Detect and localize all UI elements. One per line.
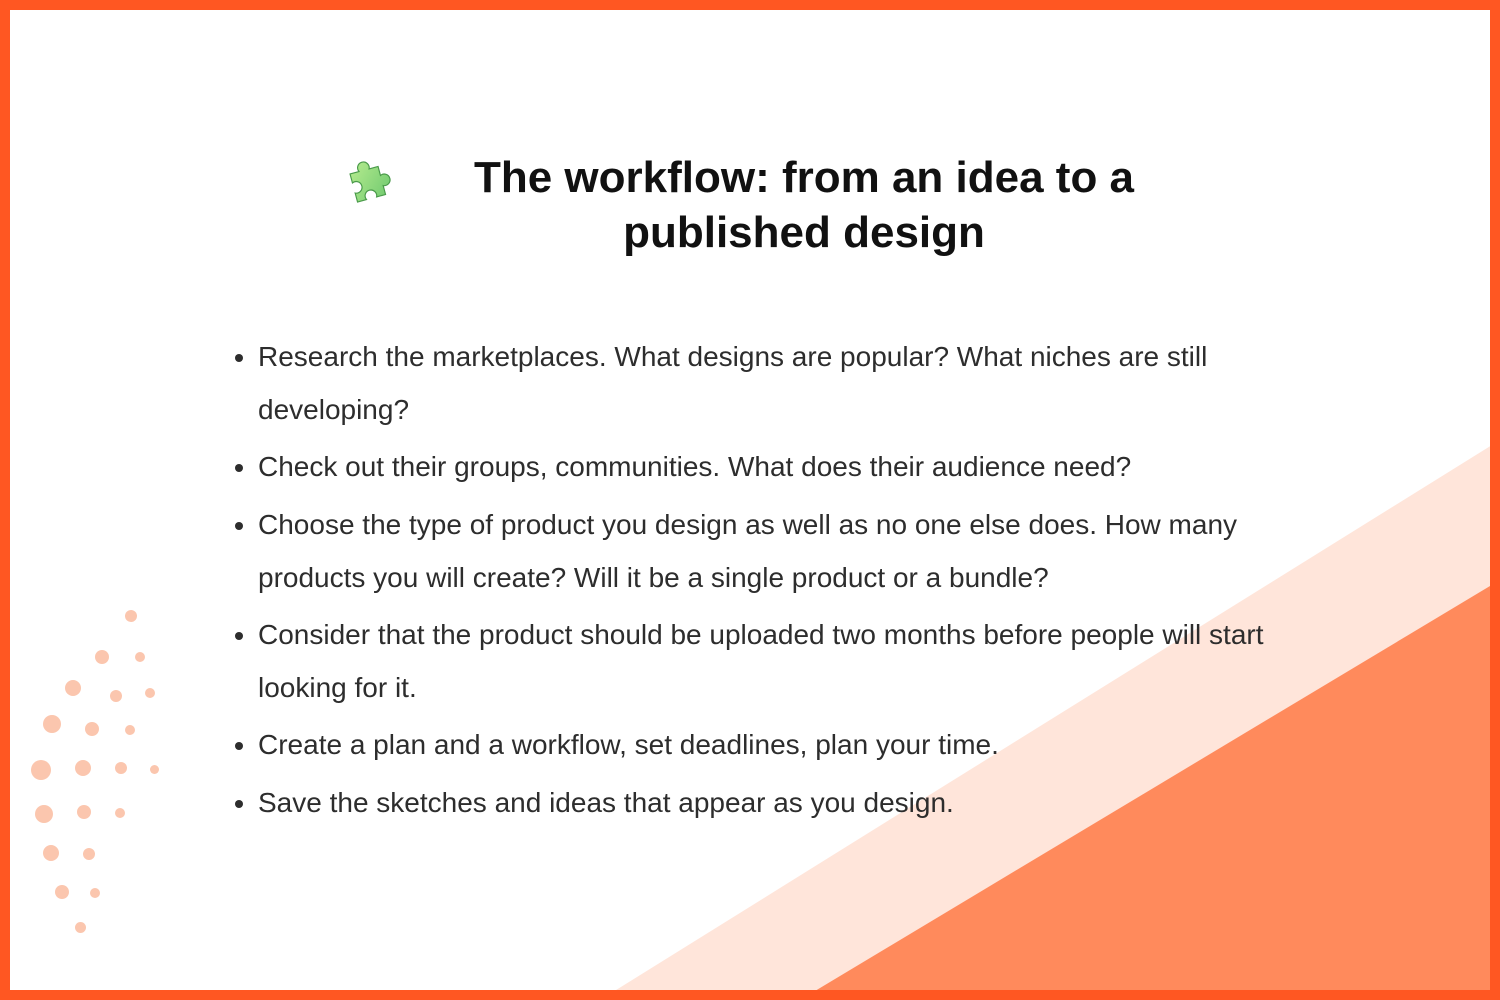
workflow-list: Research the marketplaces. What designs … bbox=[210, 330, 1310, 829]
list-item: Check out their groups, communities. Wha… bbox=[258, 440, 1310, 493]
slide-title: The workflow: from an idea to a publishe… bbox=[414, 150, 1194, 260]
slide-frame: The workflow: from an idea to a publishe… bbox=[0, 0, 1500, 1000]
title-row: The workflow: from an idea to a publishe… bbox=[210, 150, 1320, 260]
list-item: Choose the type of product you design as… bbox=[258, 498, 1310, 604]
slide-content: The workflow: from an idea to a publishe… bbox=[10, 10, 1490, 829]
list-item: Save the sketches and ideas that appear … bbox=[258, 776, 1310, 829]
list-item: Create a plan and a workflow, set deadli… bbox=[258, 718, 1310, 771]
list-item: Research the marketplaces. What designs … bbox=[258, 330, 1310, 436]
list-item: Consider that the product should be uplo… bbox=[258, 608, 1310, 714]
puzzle-piece-icon bbox=[336, 156, 394, 219]
